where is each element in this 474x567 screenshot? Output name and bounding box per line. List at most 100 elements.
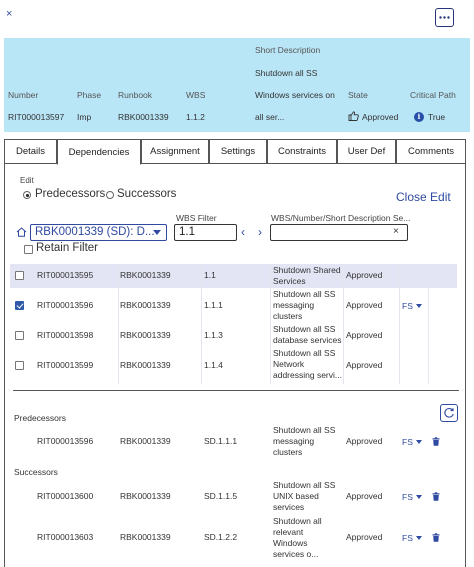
row-checkbox[interactable] — [15, 331, 24, 340]
search-label: WBS/Number/Short Description Se... — [271, 213, 411, 223]
row-wbs: 1.1 — [204, 270, 216, 280]
row-desc-2: Network — [273, 359, 305, 369]
wbs-filter-input[interactable]: 1.1 — [174, 224, 237, 241]
row-desc-4: services o... — [273, 549, 319, 559]
chevron-down-icon — [153, 230, 161, 235]
row-wbs: SD.1.2.2 — [204, 532, 238, 542]
chevron-right-icon[interactable]: › — [258, 225, 262, 239]
tab-assignment[interactable]: Assignment — [141, 139, 209, 164]
successors-radio[interactable] — [106, 191, 114, 199]
wbs-filter-label: WBS Filter — [176, 213, 217, 223]
section-divider — [13, 390, 459, 391]
successor-row: RIT000013603 RBK0001339 SD.1.2.2 Shutdow… — [10, 516, 457, 561]
row-state: Approved — [346, 532, 383, 542]
column-divider — [428, 264, 429, 384]
successor-row: RIT000013600 RBK0001339 SD.1.1.5 Shutdow… — [10, 480, 457, 515]
predecessors-radio[interactable] — [23, 191, 31, 199]
chevron-down-icon — [415, 304, 422, 308]
runbook-select-value: RBK0001339 (SD): D... — [35, 226, 155, 238]
chevron-down-icon — [415, 495, 422, 499]
tab-settings[interactable]: Settings — [209, 139, 267, 164]
row-desc-1: Shutdown all SS — [273, 324, 336, 334]
row-checkbox[interactable] — [15, 301, 24, 310]
info-icon: i — [414, 112, 424, 122]
row-number: RIT000013596 — [37, 436, 94, 446]
home-icon[interactable] — [16, 227, 27, 237]
row-checkbox[interactable] — [15, 271, 24, 280]
row-wbs: 1.1.4 — [204, 360, 223, 370]
successors-radio-label: Successors — [117, 188, 177, 200]
column-divider — [343, 264, 344, 384]
row-desc-3: services — [273, 502, 305, 512]
trash-icon[interactable] — [432, 437, 440, 446]
clear-search-icon[interactable]: × — [393, 226, 399, 237]
row-desc-2: Services — [273, 276, 306, 286]
refresh-button[interactable] — [440, 404, 458, 422]
close-icon[interactable]: × — [6, 8, 12, 20]
row-desc-3: clusters — [273, 447, 303, 457]
row-number: RIT000013600 — [37, 491, 94, 501]
tab-user-def[interactable]: User Def — [337, 139, 396, 164]
phase-label: Phase — [77, 90, 102, 100]
retain-filter-label: Retain Filter — [36, 242, 98, 254]
row-wbs: SD.1.1.5 — [204, 491, 238, 501]
row-desc-1: Shutdown all SS — [273, 348, 336, 358]
retain-filter-checkbox[interactable] — [24, 245, 33, 254]
dependency-type-value: FS — [402, 301, 413, 311]
state-label: State — [348, 90, 368, 100]
tab-dependencies[interactable]: Dependencies — [57, 139, 141, 165]
table-row[interactable]: RIT000013598 RBK0001339 1.1.3 Shutdown a… — [10, 323, 457, 348]
table-row[interactable]: RIT000013599 RBK0001339 1.1.4 Shutdown a… — [10, 348, 457, 383]
predecessor-row: RIT000013596 RBK0001339 SD.1.1.1 Shutdow… — [10, 425, 457, 460]
row-runbook: RBK0001339 — [120, 491, 171, 501]
row-desc-3: Windows — [273, 538, 308, 548]
predecessors-section-label: Predecessors — [14, 413, 66, 423]
close-edit-link[interactable]: Close Edit — [396, 190, 451, 204]
row-state: Approved — [346, 270, 383, 280]
dependency-type-dropdown[interactable]: FS — [402, 301, 422, 311]
number-value: RIT000013597 — [8, 112, 65, 122]
more-options-button[interactable] — [435, 8, 454, 27]
tab-constraints[interactable]: Constraints — [267, 139, 337, 164]
dependency-type-dropdown[interactable]: FS — [402, 437, 422, 447]
table-row[interactable]: RIT000013595 RBK0001339 1.1 Shutdown Sha… — [10, 264, 457, 288]
runbook-select[interactable]: RBK0001339 (SD): D... — [30, 224, 167, 241]
successors-section-label: Successors — [14, 467, 58, 477]
row-desc-1: Shutdown all — [273, 516, 322, 526]
row-desc-3: clusters — [273, 311, 303, 321]
runbook-value: RBK0001339 — [118, 112, 169, 122]
row-runbook: RBK0001339 — [120, 532, 171, 542]
refresh-icon — [444, 408, 454, 418]
row-wbs: 1.1.3 — [204, 330, 223, 340]
row-desc-1: Shutdown Shared — [273, 265, 341, 275]
dependency-type-dropdown[interactable]: FS — [402, 492, 422, 502]
row-runbook: RBK0001339 — [120, 360, 171, 370]
row-checkbox[interactable] — [15, 361, 24, 370]
tab-details[interactable]: Details — [4, 139, 57, 164]
chevron-left-icon[interactable]: ‹ — [241, 225, 245, 239]
dependency-type-dropdown[interactable]: FS — [402, 533, 422, 543]
trash-icon[interactable] — [432, 533, 440, 542]
critical-path-label: Critical Path — [410, 90, 456, 100]
row-desc-3: addressing servi... — [273, 370, 342, 380]
row-number: RIT000013599 — [37, 360, 94, 370]
trash-icon[interactable] — [432, 492, 440, 501]
row-desc-2: database services — [273, 335, 342, 345]
thumbs-up-icon — [348, 111, 359, 121]
task-summary-header: Short Description Shutdown all SS Window… — [4, 38, 470, 132]
row-state: Approved — [346, 300, 383, 310]
wbs-value: 1.1.2 — [186, 112, 205, 122]
dependency-type-value: FS — [402, 533, 413, 543]
dependency-type-value: FS — [402, 437, 413, 447]
table-row[interactable]: RIT000013596 RBK0001339 1.1.1 Shutdown a… — [10, 289, 457, 321]
top-bar: × — [0, 0, 474, 38]
row-desc-2: relevant — [273, 527, 304, 537]
short-description-line-3: all ser... — [255, 112, 285, 122]
tab-comments[interactable]: Comments — [396, 139, 466, 164]
search-input[interactable] — [270, 224, 408, 241]
row-desc-2: UNIX based — [273, 491, 319, 501]
row-state: Approved — [346, 360, 383, 370]
row-runbook: RBK0001339 — [120, 300, 171, 310]
row-runbook: RBK0001339 — [120, 330, 171, 340]
edit-label: Edit — [20, 176, 34, 185]
